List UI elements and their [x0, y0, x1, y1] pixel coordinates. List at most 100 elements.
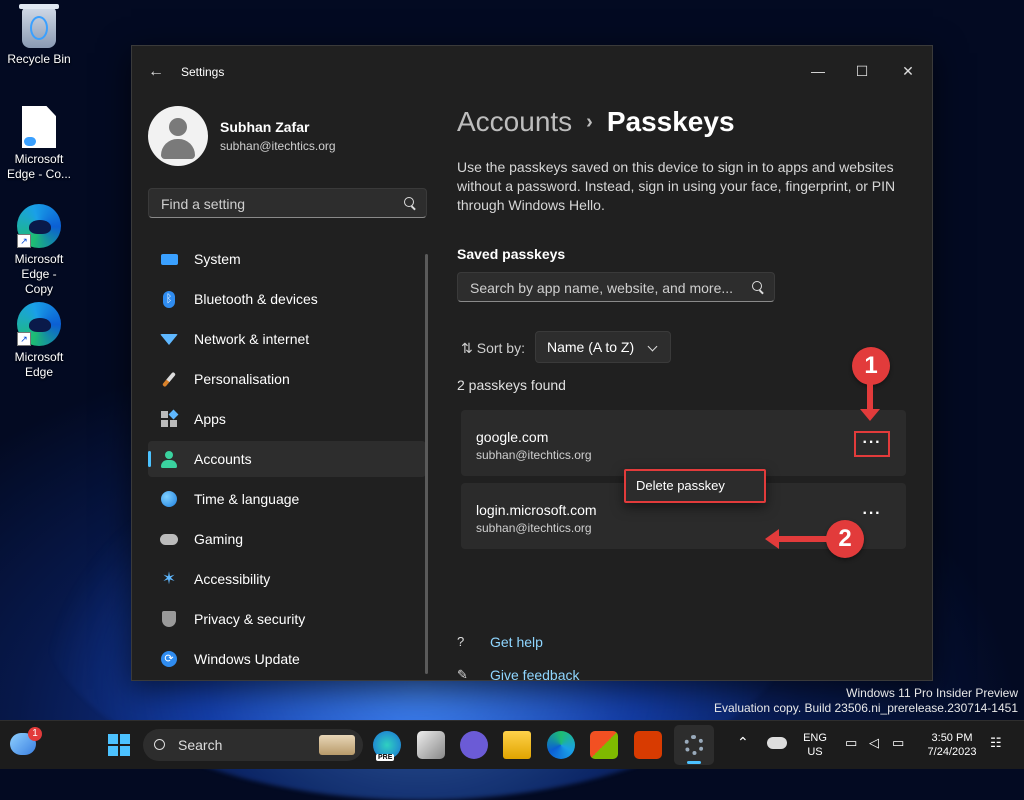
sidebar-item-label: Personalisation [194, 371, 290, 387]
store-icon[interactable] [590, 731, 618, 759]
globe-icon [160, 490, 178, 508]
desktop-icon-label: Recycle Bin [7, 52, 71, 66]
recycle-bin-icon [19, 4, 59, 48]
sidebar-item-windows-update[interactable]: ⟳ Windows Update [148, 641, 426, 677]
breadcrumb-accounts[interactable]: Accounts [457, 106, 572, 137]
sidebar-item-label: Privacy & security [194, 611, 306, 627]
display-icon[interactable]: ▭ [845, 736, 857, 750]
get-help-label: Get help [490, 634, 543, 650]
sidebar-item-time-language[interactable]: Time & language [148, 481, 426, 517]
onedrive-icon[interactable] [767, 737, 787, 749]
user-email: subhan@itechtics.org [220, 139, 336, 153]
passkey-card-google: google.com subhan@itechtics.org ··· [461, 410, 906, 476]
edge-icon: ↗ [17, 302, 61, 346]
passkey-site: google.com [476, 429, 549, 445]
language-line2: US [807, 746, 823, 758]
copilot-pre-icon[interactable]: PRE [373, 731, 401, 761]
close-button[interactable]: ✕ [886, 56, 930, 86]
sidebar-item-apps[interactable]: Apps [148, 401, 426, 437]
office-icon[interactable] [634, 731, 662, 759]
file-explorer-icon[interactable] [503, 731, 531, 759]
sidebar-item-label: Windows Update [194, 651, 300, 667]
search-icon[interactable] [752, 281, 762, 291]
sidebar-item-personalisation[interactable]: Personalisation [148, 361, 426, 397]
clock-date: 7/24/2023 [927, 746, 977, 758]
notifications-bell-icon[interactable]: ☷ [990, 736, 1002, 750]
volume-icon[interactable]: ◁ [869, 736, 879, 750]
sidebar-item-network[interactable]: Network & internet [148, 321, 426, 357]
gear-icon [684, 735, 704, 755]
get-help-link[interactable]: ? Get help [457, 634, 543, 650]
windows-logo-icon [108, 734, 130, 756]
shortcut-arrow-icon: ↗ [17, 234, 31, 248]
monitor-icon [160, 250, 178, 268]
sidebar-item-gaming[interactable]: Gaming [148, 521, 426, 557]
page-title: Passkeys [606, 106, 735, 137]
desktop-icon-label: Microsoft Edge [14, 350, 64, 379]
sort-label: ⇅ Sort by: [461, 340, 525, 357]
more-options-button[interactable]: ··· [854, 431, 890, 457]
avatar[interactable] [148, 106, 208, 166]
language-indicator[interactable]: ENG US [800, 731, 830, 759]
main-content: Accounts › Passkeys Use the passkeys saved… [457, 94, 932, 683]
passkey-search-input[interactable] [468, 279, 742, 297]
clock-time: 3:50 PM [931, 732, 973, 744]
sidebar-scrollbar[interactable] [425, 254, 428, 674]
maximize-button[interactable]: ☐ [840, 56, 884, 86]
desktop-icon-edge-copy[interactable]: ↗ Microsoft Edge - Copy [0, 204, 78, 297]
chevron-up-icon[interactable]: ⌃ [737, 735, 749, 749]
passkey-email: subhan@itechtics.org [476, 448, 592, 462]
sidebar-item-label: Accounts [194, 451, 252, 467]
watermark-line2: Evaluation copy. Build 23506.ni_prerelea… [713, 701, 1018, 715]
sidebar-item-accessibility[interactable]: ✶ Accessibility [148, 561, 426, 597]
find-setting-box [148, 188, 427, 218]
edge-icon[interactable] [547, 731, 575, 759]
passkeys-found-count: 2 passkeys found [457, 377, 566, 393]
chevron-down-icon [647, 341, 658, 352]
taskbar-search[interactable]: Search [143, 729, 363, 761]
sidebar-nav: System ᛒ Bluetooth & devices Network & i… [148, 241, 426, 681]
desktop-icon-edge[interactable]: ↗ Microsoft Edge [0, 302, 78, 380]
sidebar-item-label: Bluetooth & devices [194, 291, 318, 307]
back-arrow-icon[interactable]: ← [148, 63, 166, 80]
language-line1: ENG [803, 732, 827, 744]
search-icon[interactable] [404, 197, 414, 207]
minimize-button[interactable]: — [796, 56, 840, 86]
sidebar-item-accounts[interactable]: Accounts [148, 441, 426, 477]
desktop-icon-edge-co[interactable]: Microsoft Edge - Co... [0, 106, 78, 182]
user-name: Subhan Zafar [220, 119, 310, 135]
find-setting-input[interactable] [159, 195, 393, 213]
gamepad-icon [160, 530, 178, 548]
sidebar-item-label: Gaming [194, 531, 244, 547]
sort-dropdown[interactable]: Name (A to Z) [535, 331, 671, 363]
settings-taskbar-icon[interactable] [674, 725, 714, 765]
sidebar-item-privacy-security[interactable]: Privacy & security [148, 601, 426, 637]
task-view-icon[interactable] [417, 731, 445, 759]
delete-passkey-menu-item[interactable]: Delete passkey [624, 469, 766, 503]
clock[interactable]: 3:50 PM 7/24/2023 [920, 731, 984, 759]
weather-widget-icon[interactable]: 1 [10, 727, 42, 755]
sidebar: Subhan Zafar subhan@itechtics.org System… [132, 94, 440, 680]
watermark-line1: Windows 11 Pro Insider Preview [846, 686, 1018, 700]
settings-window: ← Settings — ☐ ✕ Subhan Zafar subhan@ite… [131, 45, 933, 683]
start-button[interactable] [105, 731, 133, 759]
sidebar-item-system[interactable]: System [148, 241, 426, 277]
title-bar: ← Settings — ☐ ✕ [132, 46, 932, 94]
sidebar-item-bluetooth[interactable]: ᛒ Bluetooth & devices [148, 281, 426, 317]
teams-chat-icon[interactable] [460, 731, 488, 759]
step-badge-1: 1 [852, 347, 890, 385]
step-badge-2: 2 [826, 520, 864, 558]
taskbar: 1 Search PRE ⌃ ENG US ▭ ◁ ▭ 3:50 PM 7/24… [0, 720, 1024, 769]
sidebar-item-label: Network & internet [194, 331, 310, 347]
sidebar-item-label: Apps [194, 411, 226, 427]
give-feedback-link[interactable]: ✎ Give feedback [457, 667, 580, 683]
search-highlight-icon [319, 735, 355, 755]
page-description: Use the passkeys saved on this device to… [457, 159, 896, 213]
sort-value: Name (A to Z) [547, 339, 635, 355]
update-icon: ⟳ [160, 650, 178, 668]
desktop-icon-recycle-bin[interactable]: Recycle Bin [0, 4, 78, 67]
accessibility-icon: ✶ [161, 569, 177, 588]
notification-badge: 1 [28, 727, 42, 741]
search-icon [154, 739, 165, 750]
battery-icon[interactable]: ▭ [892, 736, 904, 750]
